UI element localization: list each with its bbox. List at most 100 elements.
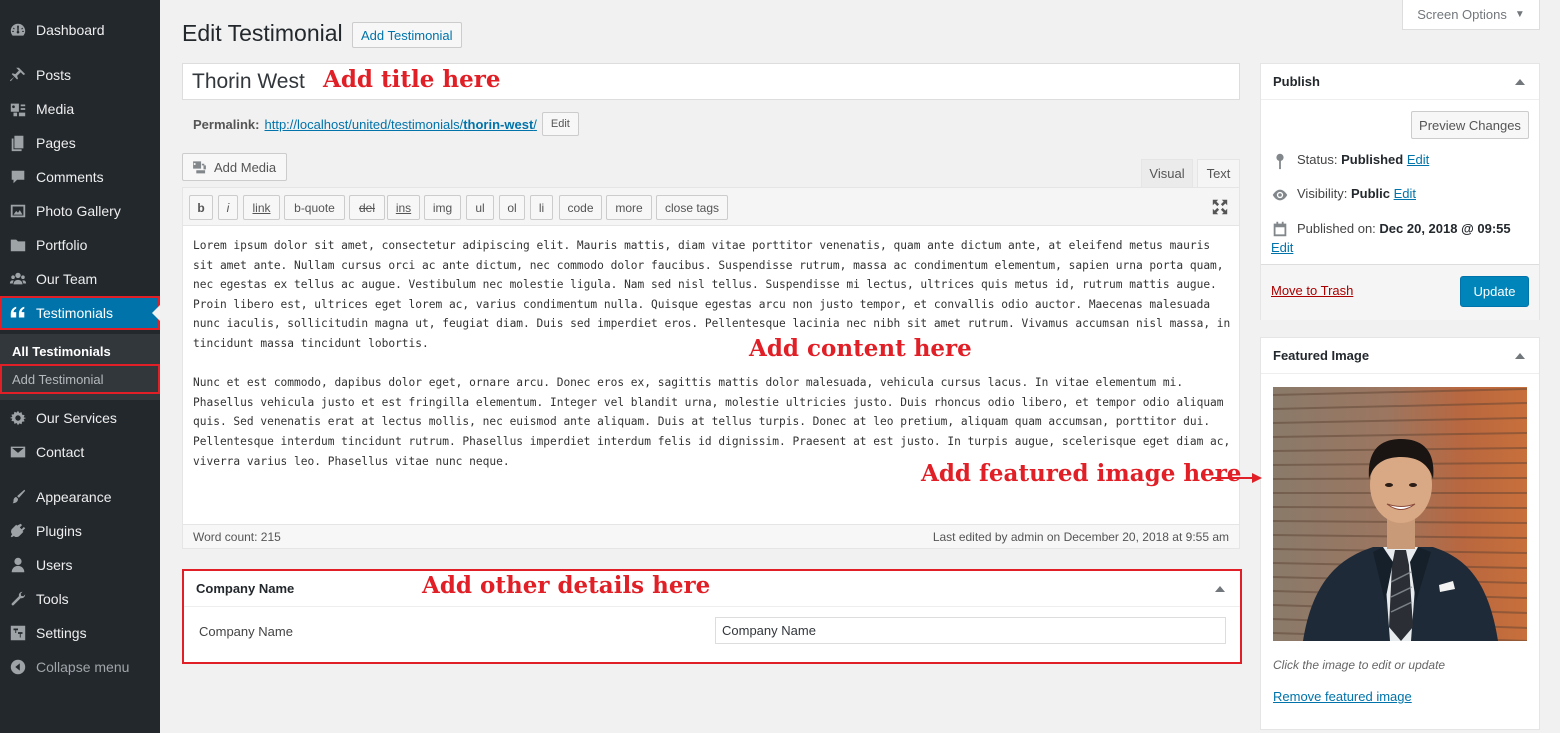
sidebar-item-pages[interactable]: Pages (0, 126, 160, 160)
sidebar-item-label: Pages (36, 135, 76, 151)
status-label: Status: (1297, 152, 1338, 167)
annotation-arrow-icon (1212, 473, 1262, 483)
sidebar-item-tools[interactable]: Tools (0, 582, 160, 616)
fullscreen-icon[interactable] (1211, 198, 1229, 216)
toggle-arrow-icon[interactable] (1515, 353, 1525, 359)
status-value: Published (1341, 152, 1404, 167)
toggle-arrow-icon[interactable] (1515, 79, 1525, 85)
company-box-header[interactable]: Company Name (184, 571, 1240, 607)
featured-image-photo (1273, 387, 1527, 641)
add-media-label: Add Media (214, 159, 277, 175)
quicktag-more[interactable]: more (606, 195, 652, 220)
sidebar-item-settings[interactable]: Settings (0, 616, 160, 650)
services-icon (8, 409, 28, 427)
featured-image-hint: Click the image to edit or update (1273, 658, 1446, 672)
sidebar-item-portfolio[interactable]: Portfolio (0, 228, 160, 262)
annotation-add-title: Add title here (323, 66, 501, 93)
sidebar-item-label: Our Team (36, 271, 98, 287)
collapse-menu-button[interactable]: Collapse menu (0, 650, 160, 684)
quicktag-img[interactable]: img (424, 195, 461, 220)
dashboard-icon (8, 21, 28, 39)
sidebar-item-comments[interactable]: Comments (0, 160, 160, 194)
sidebar-item-label: Users (36, 557, 73, 573)
sidebar-item-label: Portfolio (36, 237, 88, 253)
folder-icon (8, 236, 28, 254)
tab-visual[interactable]: Visual (1141, 159, 1193, 187)
visibility-value: Public (1350, 186, 1390, 201)
submenu-add-testimonial[interactable]: Add Testimonial (0, 364, 160, 394)
screen-options-button[interactable]: Screen Options ▼ (1402, 0, 1540, 30)
sidebar-item-label: Settings (36, 625, 87, 641)
media-icon (8, 100, 28, 118)
annotation-add-featured: Add featured image here (921, 460, 1242, 487)
quicktag-li[interactable]: li (530, 195, 553, 220)
pages-icon (8, 134, 28, 152)
sidebar-item-label: Appearance (36, 489, 112, 505)
quicktag-code[interactable]: code (559, 195, 602, 220)
add-media-button[interactable]: Add Media (182, 153, 287, 181)
content-paragraph: Lorem ipsum dolor sit amet, consectetur … (193, 239, 1231, 350)
company-meta-box: Company Name Company Name (182, 569, 1242, 664)
featured-box-title: Featured Image (1273, 348, 1370, 363)
last-edited: Last edited by admin on December 20, 201… (932, 529, 1229, 544)
screen-options-label: Screen Options (1417, 7, 1507, 22)
featured-image[interactable] (1273, 387, 1527, 641)
caret-down-icon: ▼ (1514, 9, 1525, 20)
content-textarea[interactable]: Lorem ipsum dolor sit amet, consectetur … (193, 236, 1233, 491)
preview-changes-button[interactable]: Preview Changes (1411, 111, 1529, 139)
sidebar-item-our-services[interactable]: Our Services (0, 401, 160, 435)
update-button[interactable]: Update (1460, 276, 1529, 307)
quicktag-blockquote[interactable]: b-quote (284, 195, 345, 220)
sidebar-item-media[interactable]: Media (0, 92, 160, 126)
testimonials-submenu: All Testimonials Add Testimonial (0, 334, 160, 400)
sidebar-item-contact[interactable]: Contact (0, 435, 160, 469)
content-paragraph: Nunc et est commodo, dapibus dolor eget,… (193, 376, 1231, 468)
published-on-row: Published on: Dec 20, 2018 @ 09:55 (1271, 220, 1533, 239)
featured-box-header[interactable]: Featured Image (1261, 338, 1539, 374)
sidebar-item-label: Comments (36, 169, 104, 185)
quicktag-del[interactable]: del (349, 195, 385, 220)
publish-box-header[interactable]: Publish (1261, 64, 1539, 100)
edit-slug-button[interactable]: Edit (541, 112, 579, 136)
team-icon (8, 270, 28, 288)
edit-visibility-link[interactable]: Edit (1394, 186, 1416, 201)
sidebar-item-appearance[interactable]: Appearance (0, 480, 160, 514)
add-testimonial-button[interactable]: Add Testimonial (352, 22, 462, 48)
quicktag-bold[interactable]: b (189, 195, 213, 220)
sidebar-item-photo-gallery[interactable]: Photo Gallery (0, 194, 160, 228)
remove-featured-image-link[interactable]: Remove featured image (1273, 689, 1412, 704)
annotation-add-details: Add other details here (422, 572, 711, 599)
permalink-base: http://localhost/united/testimonials/ (264, 116, 464, 132)
submenu-all-testimonials[interactable]: All Testimonials (0, 336, 160, 366)
sidebar-item-label: Dashboard (36, 22, 105, 38)
quicktag-ins[interactable]: ins (387, 195, 420, 220)
current-menu-arrow (152, 305, 160, 321)
mail-icon (8, 443, 28, 461)
sidebar-item-users[interactable]: Users (0, 548, 160, 582)
quicktag-italic[interactable]: i (218, 195, 238, 220)
permalink-link[interactable]: http://localhost/united/testimonials/tho… (264, 117, 536, 132)
quicktag-link[interactable]: link (243, 195, 280, 220)
quicktag-ol[interactable]: ol (499, 195, 525, 220)
sidebar-item-dashboard[interactable]: Dashboard (0, 13, 160, 47)
edit-status-link[interactable]: Edit (1407, 152, 1429, 167)
publish-actions: Move to Trash Update (1261, 264, 1539, 320)
sidebar-item-testimonials[interactable]: Testimonials (0, 296, 160, 330)
tab-text[interactable]: Text (1197, 159, 1240, 187)
toggle-arrow-icon[interactable] (1215, 586, 1225, 592)
featured-image-box: Featured Image Click the image to edit o… (1260, 337, 1540, 730)
company-name-input[interactable] (715, 617, 1226, 644)
sidebar-item-label: Our Services (36, 410, 117, 426)
permalink-row: Permalink: http://localhost/united/testi… (193, 112, 579, 136)
edit-date-link[interactable]: Edit (1271, 240, 1293, 255)
word-count: Word count: 215 (193, 529, 281, 544)
quicktag-close-tags[interactable]: close tags (656, 195, 728, 220)
move-to-trash-link[interactable]: Move to Trash (1271, 283, 1353, 298)
sidebar-item-plugins[interactable]: Plugins (0, 514, 160, 548)
sidebar-item-our-team[interactable]: Our Team (0, 262, 160, 296)
published-value: Dec 20, 2018 @ 09:55 (1379, 221, 1511, 236)
calendar-icon (1273, 221, 1287, 237)
sidebar-item-posts[interactable]: Posts (0, 58, 160, 92)
quicktag-ul[interactable]: ul (466, 195, 494, 220)
permalink-end: / (533, 116, 537, 132)
